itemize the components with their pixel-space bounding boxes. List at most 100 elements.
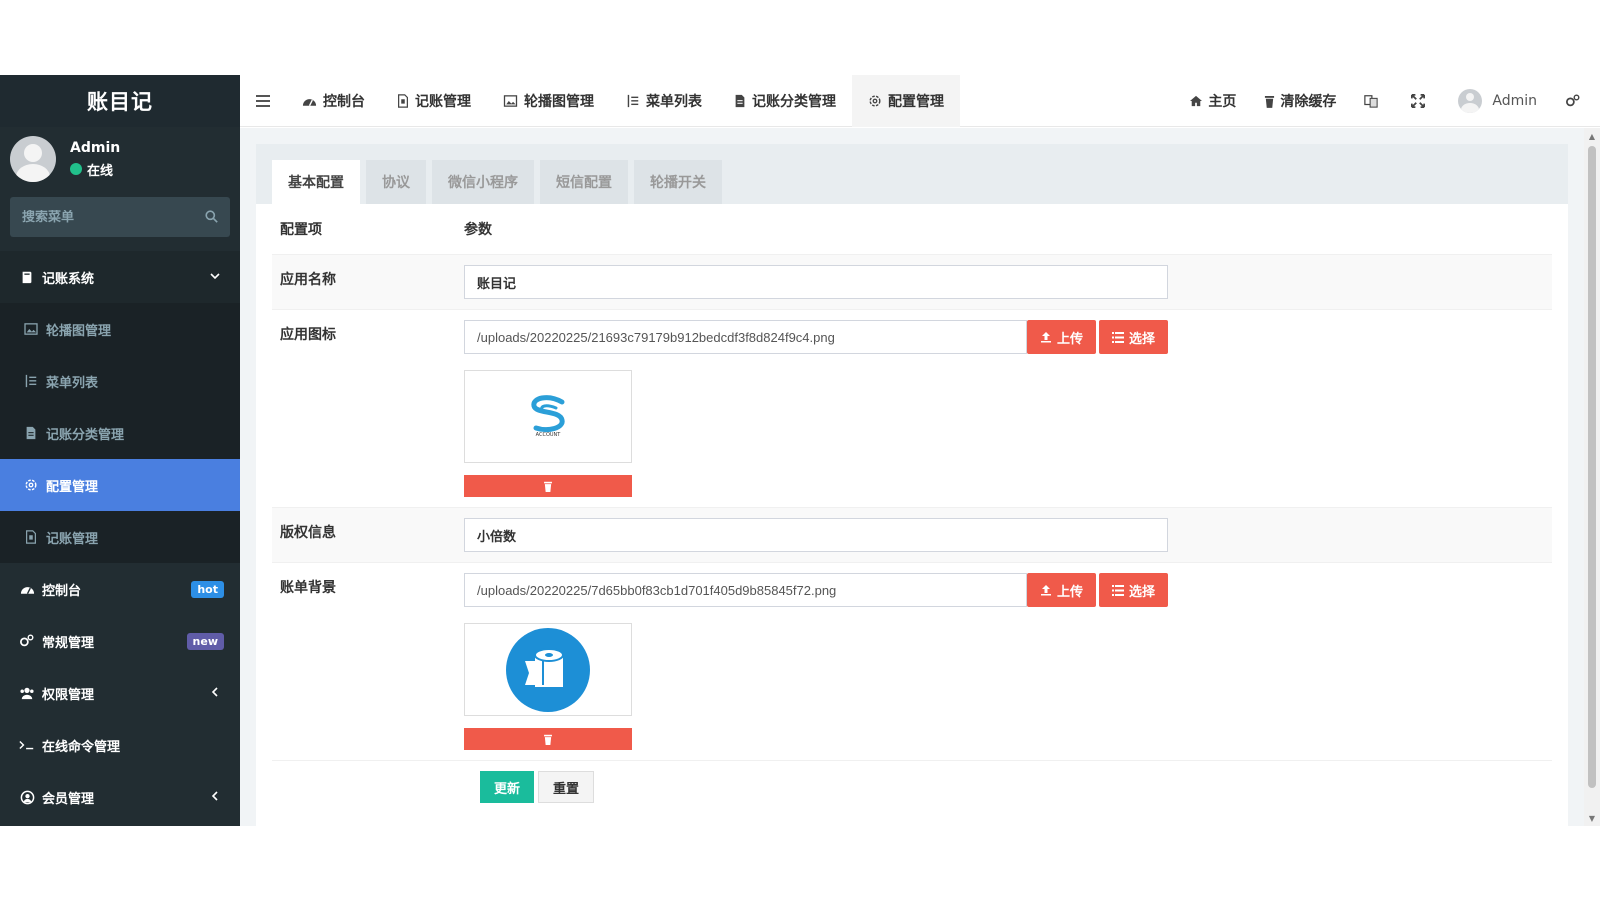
tab-agreement[interactable]: 协议 bbox=[366, 160, 426, 204]
scroll-up-icon[interactable]: ▲ bbox=[1584, 128, 1600, 144]
translate-icon bbox=[1364, 94, 1379, 108]
sidebar-item-carousel[interactable]: 轮播图管理 bbox=[0, 303, 240, 355]
fullscreen-icon bbox=[1411, 94, 1426, 108]
clear-cache-label: 清除缓存 bbox=[1280, 94, 1337, 110]
tab-category[interactable]: 记账分类管理 bbox=[718, 75, 852, 127]
sidebar-item-config[interactable]: 配置管理 bbox=[0, 459, 240, 511]
trash-icon bbox=[1264, 95, 1275, 108]
update-button[interactable]: 更新 bbox=[480, 771, 535, 803]
sidebar-item-accounting[interactable]: 记账管理 bbox=[0, 511, 240, 563]
tab-label: 记账分类管理 bbox=[752, 93, 836, 110]
tab-basic-config[interactable]: 基本配置 bbox=[272, 160, 360, 204]
app-name-input[interactable] bbox=[464, 265, 1168, 299]
terminal-icon bbox=[18, 739, 36, 751]
sidebar-item-label: 记账管理 bbox=[46, 531, 99, 547]
sidebar-item-label: 会员管理 bbox=[42, 791, 95, 807]
tab-dashboard[interactable]: 控制台 bbox=[286, 75, 381, 127]
user-status: 在线 bbox=[70, 160, 120, 179]
search-icon[interactable] bbox=[205, 208, 218, 227]
trash-icon bbox=[543, 477, 553, 496]
tab-config[interactable]: 配置管理 bbox=[852, 75, 960, 127]
image-icon bbox=[22, 323, 40, 335]
home-link[interactable]: 主页 bbox=[1175, 91, 1250, 111]
translate-button[interactable] bbox=[1350, 94, 1397, 108]
sidebar-item-label: 常规管理 bbox=[42, 635, 95, 651]
select-label: 选择 bbox=[1128, 331, 1155, 347]
config-panel: 基本配置 协议 微信小程序 短信配置 轮播开关 配置项 参数 应用名称 账目记 … bbox=[256, 144, 1568, 826]
main-content: 基本配置 协议 微信小程序 短信配置 轮播开关 配置项 参数 应用名称 账目记 … bbox=[240, 128, 1584, 826]
copyright-input[interactable] bbox=[464, 518, 1168, 552]
app-window: 账目记 Admin 在线 记账系统 bbox=[0, 75, 1600, 826]
gears-icon bbox=[18, 634, 36, 648]
row-copyright: 版权信息 bbox=[272, 507, 1552, 562]
file-outline-icon bbox=[397, 93, 409, 108]
app-logo-text: ACCOUNT bbox=[536, 432, 562, 438]
tab-wechat-miniprogram[interactable]: 微信小程序 bbox=[432, 160, 534, 204]
sidebar-item-permissions[interactable]: 权限管理 bbox=[0, 667, 240, 719]
scroll-down-icon[interactable]: ▼ bbox=[1584, 810, 1600, 826]
dashboard-icon bbox=[302, 95, 317, 107]
sidebar-item-menu-list[interactable]: 菜单列表 bbox=[0, 355, 240, 407]
app-icon-upload-button[interactable]: 上传 bbox=[1026, 320, 1096, 354]
bill-bg-upload-button[interactable]: 上传 bbox=[1026, 573, 1096, 607]
app-title[interactable]: 账目记 bbox=[0, 75, 240, 127]
avatar bbox=[10, 136, 56, 182]
sidebar-item-label: 记账分类管理 bbox=[46, 427, 125, 443]
admin-name: Admin bbox=[1492, 93, 1537, 109]
sidebar-submenu: 轮播图管理 菜单列表 记账分类管理 配置管理 记账管理 bbox=[0, 303, 240, 563]
row-app-icon: 应用图标 上传 选择 bbox=[272, 309, 1552, 507]
tab-carousel-switch[interactable]: 轮播开关 bbox=[634, 160, 722, 204]
hot-badge: hot bbox=[191, 580, 224, 598]
vertical-scrollbar[interactable]: ▲ ▼ bbox=[1584, 128, 1600, 826]
app-icon-path-input[interactable] bbox=[464, 320, 1027, 354]
clear-cache-button[interactable]: 清除缓存 bbox=[1250, 91, 1350, 111]
tab-sms-config[interactable]: 短信配置 bbox=[540, 160, 628, 204]
sidebar-item-command[interactable]: 在线命令管理 bbox=[0, 719, 240, 771]
user-circle-icon bbox=[18, 790, 36, 805]
sidebar-item-general[interactable]: 常规管理 new bbox=[0, 615, 240, 667]
tab-label: 轮播图管理 bbox=[524, 93, 594, 110]
home-icon bbox=[1189, 95, 1203, 107]
sidebar-item-members[interactable]: 会员管理 bbox=[0, 771, 240, 823]
menu-toggle-icon[interactable] bbox=[240, 94, 286, 107]
sidebar: 账目记 Admin 在线 记账系统 bbox=[0, 75, 240, 826]
bill-bg-path-input[interactable] bbox=[464, 573, 1027, 607]
sidebar-item-label: 轮播图管理 bbox=[46, 323, 112, 339]
list-ordered-icon bbox=[22, 374, 40, 388]
chevron-left-icon bbox=[210, 686, 220, 700]
settings-button[interactable] bbox=[1551, 94, 1600, 108]
sidebar-item-dashboard[interactable]: 控制台 hot bbox=[0, 563, 240, 615]
table-header: 配置项 参数 bbox=[272, 204, 1552, 254]
tab-accounting[interactable]: 记账管理 bbox=[381, 75, 487, 127]
upload-label: 上传 bbox=[1056, 584, 1083, 600]
file-icon bbox=[734, 94, 746, 108]
scroll-thumb[interactable] bbox=[1588, 146, 1596, 788]
sidebar-group-label: 记账系统 bbox=[42, 271, 95, 287]
sidebar-item-label: 在线命令管理 bbox=[42, 739, 121, 755]
sidebar-item-category[interactable]: 记账分类管理 bbox=[0, 407, 240, 459]
bill-bg-select-button[interactable]: 选择 bbox=[1098, 573, 1168, 607]
fullscreen-button[interactable] bbox=[1397, 94, 1444, 108]
bill-bg-delete-button[interactable] bbox=[464, 728, 632, 750]
dashboard-icon bbox=[18, 583, 36, 595]
reset-button[interactable]: 重置 bbox=[538, 771, 595, 803]
search-input[interactable] bbox=[22, 209, 192, 225]
tab-carousel[interactable]: 轮播图管理 bbox=[487, 75, 610, 127]
config-tabs: 基本配置 协议 微信小程序 短信配置 轮播开关 bbox=[256, 144, 1568, 204]
gear-icon bbox=[22, 478, 40, 492]
app-icon-label: 应用图标 bbox=[280, 327, 336, 343]
home-label: 主页 bbox=[1208, 94, 1237, 110]
user-name: Admin bbox=[70, 139, 121, 156]
new-badge: new bbox=[186, 632, 224, 650]
header-item: 配置项 bbox=[280, 222, 322, 238]
app-icon-delete-button[interactable] bbox=[464, 475, 632, 497]
sidebar-group-accounting[interactable]: 记账系统 bbox=[0, 251, 240, 303]
toilet-paper-icon bbox=[506, 627, 590, 712]
admin-menu[interactable]: Admin bbox=[1444, 89, 1551, 113]
tab-menu-list[interactable]: 菜单列表 bbox=[610, 75, 718, 127]
sidebar-item-label: 配置管理 bbox=[46, 479, 99, 495]
file-icon bbox=[22, 426, 40, 440]
chevron-left-icon bbox=[210, 790, 220, 804]
row-app-name: 应用名称 bbox=[272, 254, 1552, 309]
app-icon-select-button[interactable]: 选择 bbox=[1098, 320, 1168, 354]
